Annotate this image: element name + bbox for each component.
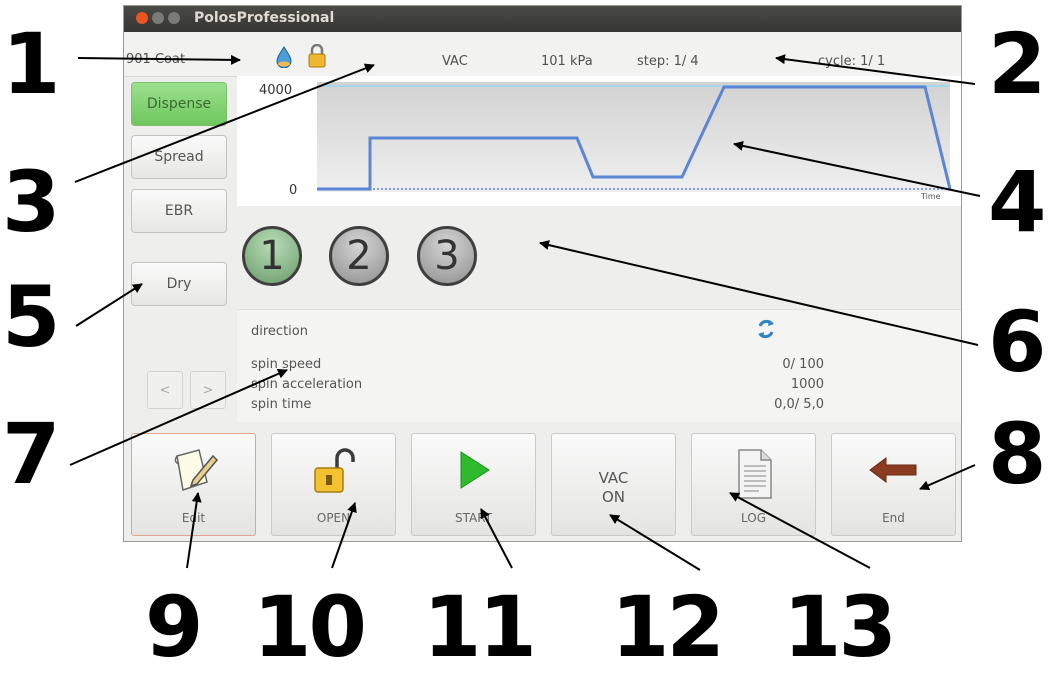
callout-arrows (69, 54, 981, 571)
callout-arrow-2 (775, 54, 976, 85)
callout-number-8: 8 (988, 405, 1046, 503)
callout-number-11: 11 (423, 578, 537, 676)
callout-arrow-11 (480, 508, 513, 569)
callout-number-5: 5 (2, 268, 60, 366)
callout-number-10: 10 (253, 578, 367, 676)
callout-number-3: 3 (2, 153, 60, 251)
callout-arrow-13 (729, 492, 871, 569)
callout-number-4: 4 (988, 153, 1046, 251)
callout-number-1: 1 (2, 15, 60, 113)
callout-arrow-6 (539, 240, 979, 346)
callout-arrow-5 (75, 283, 143, 327)
callout-number-9: 9 (145, 578, 203, 676)
callout-number-2: 2 (988, 15, 1046, 113)
callout-number-13: 13 (783, 578, 897, 676)
callout-arrow-12 (609, 514, 701, 571)
callout-arrow-4 (733, 140, 981, 197)
callout-arrow-10 (331, 502, 357, 569)
callout-arrow-8 (919, 464, 976, 490)
callout-number-7: 7 (2, 405, 60, 503)
callout-arrow-1 (77, 54, 241, 65)
callout-number-6: 6 (988, 293, 1046, 391)
callout-number-12: 12 (611, 578, 725, 676)
callout-arrow-3 (74, 63, 375, 183)
callout-arrow-7 (69, 369, 288, 466)
callout-arrow-9 (186, 492, 202, 569)
